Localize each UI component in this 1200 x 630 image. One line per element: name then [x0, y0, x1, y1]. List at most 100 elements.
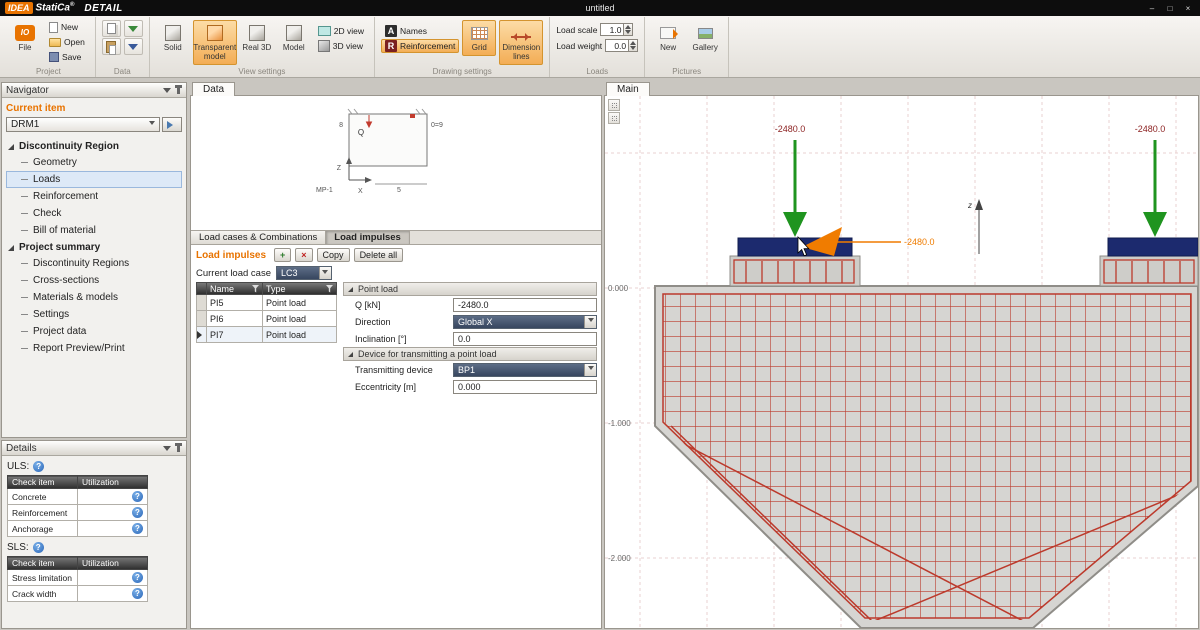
gallery-button[interactable]: Gallery — [688, 20, 722, 56]
tree-item-discontinuity-regions[interactable]: Discontinuity Regions — [6, 255, 182, 272]
help-icon[interactable]: ? — [132, 588, 143, 599]
current-item-dropdown[interactable]: DRM1 — [6, 117, 160, 132]
filter-icon[interactable] — [326, 285, 333, 293]
copy-load-button[interactable]: Copy — [317, 248, 350, 262]
pan-control[interactable] — [608, 99, 620, 124]
new-picture-button[interactable]: New — [651, 20, 685, 56]
copy-icon — [107, 23, 116, 34]
view-2d-button[interactable]: 2D view — [314, 24, 368, 38]
file-button[interactable]: IO File — [8, 20, 42, 56]
name-column-header[interactable]: Name — [210, 284, 234, 294]
tree-item-cross-sections[interactable]: Cross-sections — [6, 272, 182, 289]
help-icon[interactable]: ? — [33, 461, 44, 472]
tree-section-discontinuity-region[interactable]: Discontinuity Region — [6, 138, 182, 154]
pin-icon[interactable] — [177, 444, 180, 452]
paste-data-button[interactable] — [102, 38, 121, 55]
pin-icon[interactable] — [177, 86, 180, 94]
point-load-arrow-right[interactable] — [1143, 140, 1167, 237]
chevron-down-icon[interactable] — [319, 267, 331, 279]
help-icon[interactable]: ? — [132, 523, 143, 534]
bearing-plate-right[interactable] — [1108, 238, 1198, 256]
dimension-lines-toggle[interactable]: Dimension lines — [499, 20, 543, 65]
copy-data-button[interactable] — [102, 20, 121, 37]
reinforcement-toggle[interactable]: RReinforcement — [381, 39, 459, 53]
load-case-select[interactable]: LC3 — [276, 266, 332, 280]
transparent-model-button[interactable]: Transparent model — [193, 20, 237, 65]
go-to-item-button[interactable] — [162, 117, 182, 132]
tree-item-geometry[interactable]: Geometry — [6, 154, 182, 171]
tab-main[interactable]: Main — [606, 82, 650, 96]
tree-item-project-data[interactable]: Project data — [6, 323, 182, 340]
model-view-button[interactable]: Model — [277, 20, 311, 56]
tree-item-loads[interactable]: Loads — [6, 171, 182, 188]
eccentricity-input[interactable]: 0.000 — [453, 380, 597, 394]
q-input[interactable]: -2480.0 — [453, 298, 597, 312]
structure-canvas[interactable]: 0.000 -1.000 -2.000 — [605, 96, 1198, 628]
pan-up-button[interactable] — [608, 99, 620, 111]
load-weight-arrows[interactable] — [629, 39, 638, 52]
close-button[interactable]: × — [1181, 2, 1195, 14]
tree-item-settings[interactable]: Settings — [6, 306, 182, 323]
table-row-pi5[interactable]: PI5 Point load — [196, 295, 337, 311]
export-data-button[interactable] — [124, 38, 143, 55]
type-column-header[interactable]: Type — [266, 284, 286, 294]
open-project-button[interactable]: Open — [45, 35, 89, 49]
reinforcement-grid[interactable] — [663, 294, 1191, 618]
panel-menu-icon[interactable] — [163, 446, 171, 455]
load-weight-stepper[interactable]: 0.0 — [605, 39, 638, 52]
table-row-pi6[interactable]: PI6 Point load — [196, 311, 337, 327]
load-scale-arrows[interactable] — [624, 23, 633, 36]
names-toggle[interactable]: ANames — [381, 24, 459, 38]
expander-icon[interactable] — [8, 245, 14, 251]
tree-item-reinforcement[interactable]: Reinforcement — [6, 188, 182, 205]
load-weight-value[interactable]: 0.0 — [605, 39, 629, 52]
pan-down-button[interactable] — [608, 112, 620, 124]
delete-all-button[interactable]: Delete all — [354, 248, 404, 262]
delete-load-button[interactable]: × — [295, 248, 312, 262]
filter-icon[interactable] — [252, 285, 259, 293]
new-project-button[interactable]: New — [45, 20, 89, 34]
row-selector[interactable] — [196, 311, 207, 327]
tree-item-bill-of-material[interactable]: Bill of material — [6, 222, 182, 239]
help-icon[interactable]: ? — [132, 572, 143, 583]
tree-item-materials-models[interactable]: Materials & models — [6, 289, 182, 306]
minimize-button[interactable]: – — [1145, 2, 1159, 14]
help-icon[interactable]: ? — [132, 507, 143, 518]
expander-icon[interactable] — [348, 287, 353, 292]
tree-section-project-summary[interactable]: Project summary — [6, 239, 182, 255]
table-row-pi7[interactable]: PI7 Point load — [196, 327, 337, 343]
row-selector[interactable] — [196, 327, 207, 343]
tab-data[interactable]: Data — [192, 82, 235, 96]
maximize-button[interactable]: □ — [1163, 2, 1177, 14]
tab-load-impulses[interactable]: Load impulses — [326, 231, 410, 244]
panel-menu-icon[interactable] — [163, 88, 171, 97]
tab-load-cases-combinations[interactable]: Load cases & Combinations — [191, 231, 326, 244]
grid-toggle[interactable]: Grid — [462, 20, 496, 56]
selected-load-arrow[interactable]: -2480.0 — [802, 227, 935, 256]
help-icon[interactable]: ? — [33, 542, 44, 553]
point-load-arrow-left[interactable] — [783, 140, 807, 237]
real-3d-button[interactable]: Real 3D — [240, 20, 274, 56]
load-scale-value[interactable]: 1.0 — [600, 23, 624, 36]
transmitting-device-select[interactable]: BP1 — [453, 363, 597, 377]
section-point-load[interactable]: Point load — [343, 282, 597, 296]
inclination-input[interactable]: 0.0 — [453, 332, 597, 346]
brand-name: StatiCa® — [36, 2, 75, 13]
row-selector[interactable] — [196, 295, 207, 311]
chevron-down-icon[interactable] — [584, 316, 596, 328]
help-icon[interactable]: ? — [132, 491, 143, 502]
section-transmitting-device[interactable]: Device for transmitting a point load — [343, 347, 597, 361]
save-project-button[interactable]: Save — [45, 50, 89, 64]
expander-icon[interactable] — [8, 144, 14, 150]
tree-item-check[interactable]: Check — [6, 205, 182, 222]
tree-item-report-preview-print[interactable]: Report Preview/Print — [6, 340, 182, 357]
add-load-button[interactable]: + — [274, 248, 291, 262]
load-scale-stepper[interactable]: 1.0 — [600, 23, 633, 36]
expander-icon[interactable] — [348, 352, 353, 357]
direction-select[interactable]: Global X — [453, 315, 597, 329]
import-data-button[interactable] — [124, 20, 143, 37]
chevron-down-icon[interactable] — [584, 364, 596, 376]
solid-view-button[interactable]: Solid — [156, 20, 190, 56]
main-canvas-area[interactable]: 0.000 -1.000 -2.000 — [604, 95, 1199, 629]
view-3d-button[interactable]: 3D view — [314, 39, 368, 53]
